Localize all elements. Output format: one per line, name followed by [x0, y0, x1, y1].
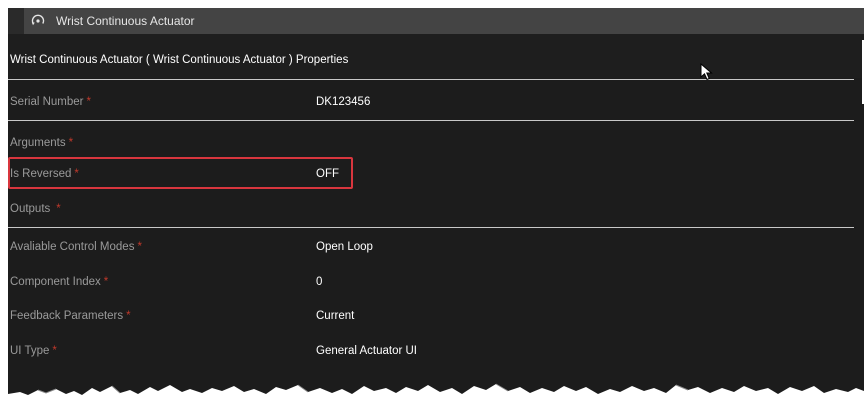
- serial-number-value[interactable]: DK123456: [316, 96, 370, 108]
- required-marker: *: [68, 137, 74, 149]
- required-marker: *: [74, 168, 79, 180]
- properties-panel: Wrist Continuous Actuator Wrist Continuo…: [8, 8, 864, 397]
- control-modes-label: Avaliable Control Modes *: [10, 241, 142, 253]
- title-bar: Wrist Continuous Actuator: [8, 8, 864, 34]
- divider: [8, 79, 854, 80]
- required-marker: *: [52, 345, 57, 357]
- mouse-cursor-icon: [700, 63, 713, 81]
- feedback-parameters-value[interactable]: Current: [316, 310, 354, 322]
- screenshot-frame: Wrist Continuous Actuator Wrist Continuo…: [0, 0, 864, 397]
- component-index-label: Component Index *: [10, 276, 109, 288]
- is-reversed-value[interactable]: OFF: [316, 168, 339, 180]
- component-index-value[interactable]: 0: [316, 276, 322, 288]
- required-marker: *: [56, 203, 61, 215]
- outputs-label: Outputs *: [10, 203, 61, 215]
- is-reversed-label: Is Reversed *: [10, 168, 79, 180]
- tab-label: Wrist Continuous Actuator: [56, 14, 195, 28]
- serial-number-label: Serial Number *: [10, 96, 91, 108]
- required-marker: *: [103, 276, 109, 288]
- required-marker: *: [126, 310, 131, 322]
- ui-type-value[interactable]: General Actuator UI: [316, 345, 417, 357]
- torn-edge-decoration: [8, 383, 864, 397]
- arguments-label: Arguments *: [10, 137, 74, 149]
- divider: [8, 120, 854, 121]
- title-bar-stub: [8, 8, 24, 34]
- required-marker: *: [137, 241, 142, 253]
- feedback-parameters-label: Feedback Parameters *: [10, 310, 131, 322]
- required-marker: *: [86, 96, 91, 108]
- properties-title: Wrist Continuous Actuator ( Wrist Contin…: [10, 54, 349, 66]
- rotate-actuator-icon: [31, 14, 45, 26]
- ui-type-label: UI Type *: [10, 345, 57, 357]
- control-modes-value[interactable]: Open Loop: [316, 241, 373, 253]
- divider: [8, 227, 854, 228]
